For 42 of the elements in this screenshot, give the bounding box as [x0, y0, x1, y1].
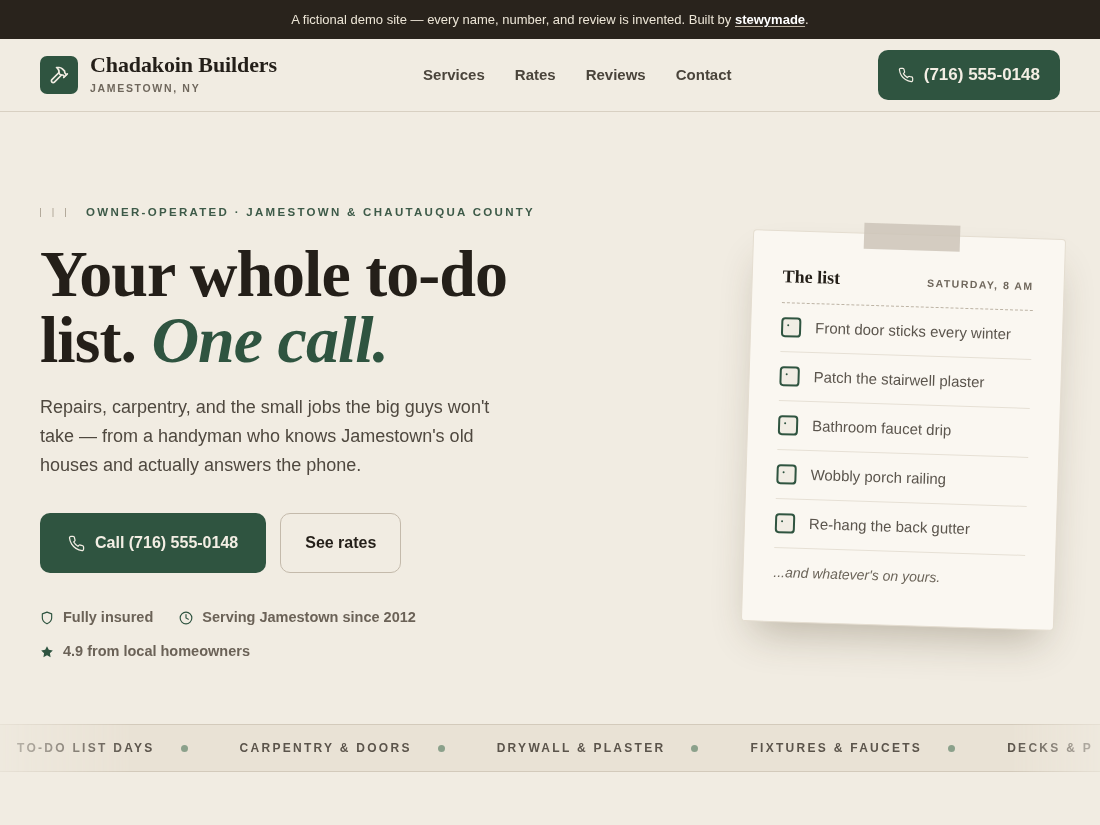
task-text: Bathroom faucet drip: [811, 415, 952, 441]
trust-badge-text: Serving Jamestown since 2012: [202, 608, 416, 628]
trust-badge-text: Fully insured: [63, 608, 154, 628]
task-text: Patch the stairwell plaster: [813, 366, 985, 393]
service-label: DECKS & P: [1007, 740, 1094, 757]
service-label: TO-DO LIST DAYS: [17, 740, 155, 757]
note-title: The list: [782, 265, 841, 290]
service-label: FIXTURES & FAUCETS: [750, 740, 923, 757]
hero-headline: Your whole to-do list. One call.: [40, 241, 507, 374]
nav-link[interactable]: Contact: [675, 63, 732, 87]
task-text: Wobbly porch railing: [810, 464, 947, 490]
checkbox[interactable]: [776, 464, 797, 485]
nav-link[interactable]: Reviews: [585, 63, 646, 87]
credit-link[interactable]: stewymade: [734, 11, 806, 27]
checkbox[interactable]: [779, 366, 800, 387]
eyebrow-text: OWNER-OPERATED · JAMESTOWN & CHAUTAUQUA COUNTY: [86, 205, 536, 220]
star-icon: [40, 645, 54, 660]
service-label: DRYWALL & PLASTER: [496, 740, 666, 757]
phone-icon: [68, 534, 85, 552]
phone-icon: [897, 67, 914, 83]
note-footer: ...and whatever's on yours.: [773, 562, 1025, 591]
tick-marks-icon: [40, 208, 66, 218]
logo-hammer-icon[interactable]: [40, 56, 78, 94]
checkbox[interactable]: [777, 415, 799, 436]
checkbox[interactable]: [780, 317, 802, 338]
demo-notice: A fictional demo site — every name, number, and review is invented. Built by stewymade.: [291, 10, 809, 29]
service-label: CARPENTRY & DOORS: [239, 740, 412, 757]
hero-description: Repairs, carpentry, and the small jobs the big guys won't take — from a handyman who knows Jamestown's old houses and actually answers the phone.: [40, 396, 491, 478]
rates-button[interactable]: See rates: [280, 513, 402, 574]
clock-icon: [179, 611, 194, 626]
brand-location: JAMESTOWN, NY: [90, 81, 202, 97]
trust-badge-text: 4.9 from local homeowners: [63, 642, 250, 662]
checkbox[interactable]: [774, 513, 796, 534]
nav-link[interactable]: Rates: [514, 63, 556, 87]
shield-icon: [40, 611, 54, 626]
phone-button[interactable]: (716) 555-0148: [877, 50, 1060, 100]
task-text: Front door sticks every winter: [814, 317, 1012, 345]
nav-link[interactable]: Services: [423, 63, 485, 87]
brand-name: Chadakoin Builders: [90, 53, 277, 78]
call-button[interactable]: Call (716) 555-0148: [40, 513, 267, 574]
note-time: SATURDAY, 8 AM: [926, 275, 1034, 294]
task-text: Re-hang the back gutter: [808, 513, 971, 539]
